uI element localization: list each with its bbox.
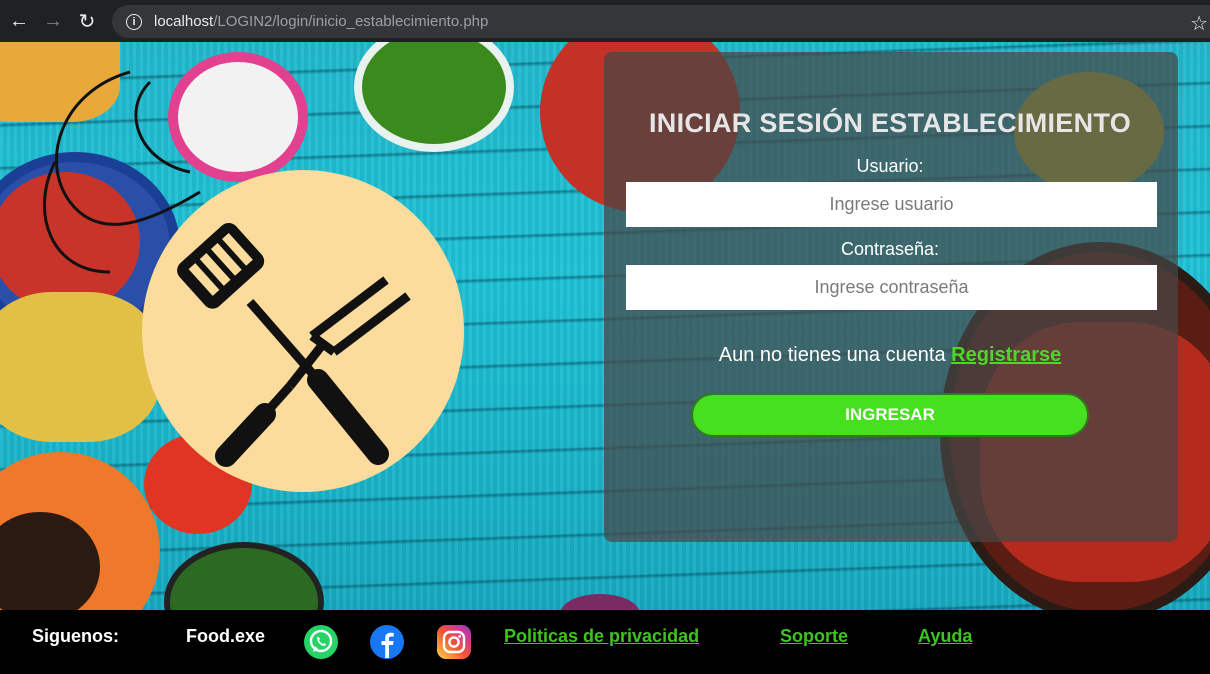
url-path: /LOGIN2/login/inicio_establecimiento.php xyxy=(213,13,489,30)
follow-label: Siguenos: xyxy=(32,626,120,646)
address-bar[interactable]: i localhost/LOGIN2/login/inicio_establec… xyxy=(112,5,1210,38)
help-link[interactable]: Ayuda xyxy=(918,626,972,647)
password-label: Contraseña: xyxy=(840,239,940,259)
user-label: Usuario: xyxy=(856,156,924,176)
bookmark-star-icon[interactable]: ☆ xyxy=(1190,11,1208,36)
site-info-icon[interactable]: i xyxy=(126,13,142,30)
login-button[interactable]: INGRESAR xyxy=(691,393,1089,437)
back-arrow-icon[interactable]: ← xyxy=(2,4,36,38)
login-title: INICIAR SESIÓN ESTABLECIMIENTO xyxy=(648,108,1132,138)
logo-utensils-icon xyxy=(42,70,411,467)
whatsapp-icon[interactable] xyxy=(304,625,338,659)
forward-arrow-icon[interactable]: → xyxy=(36,4,70,38)
footer: Siguenos: Food.exe Politicas de privacid… xyxy=(0,610,1210,674)
register-prompt-text: Aun no tienes una cuenta xyxy=(718,344,952,366)
password-input[interactable] xyxy=(626,265,1157,310)
register-link[interactable]: Registrarse xyxy=(951,344,1061,366)
register-prompt: Aun no tienes una cuenta Registrarse xyxy=(604,344,1176,367)
reload-icon[interactable]: ↻ xyxy=(70,4,104,38)
url-host: localhost xyxy=(154,13,214,30)
background-food-image: INICIAR SESIÓN ESTABLECIMIENTO Usuario: … xyxy=(0,42,1210,610)
login-panel: INICIAR SESIÓN ESTABLECIMIENTO Usuario: … xyxy=(604,52,1178,542)
instagram-icon[interactable] xyxy=(437,625,471,659)
brand-name: Food.exe xyxy=(186,626,266,646)
user-input[interactable] xyxy=(626,182,1157,227)
privacy-policy-link[interactable]: Politicas de privacidad xyxy=(504,626,699,647)
facebook-icon[interactable] xyxy=(370,625,404,659)
support-link[interactable]: Soporte xyxy=(780,626,848,647)
browser-toolbar: ← → ↻ i localhost/LOGIN2/login/inicio_es… xyxy=(0,0,1210,42)
